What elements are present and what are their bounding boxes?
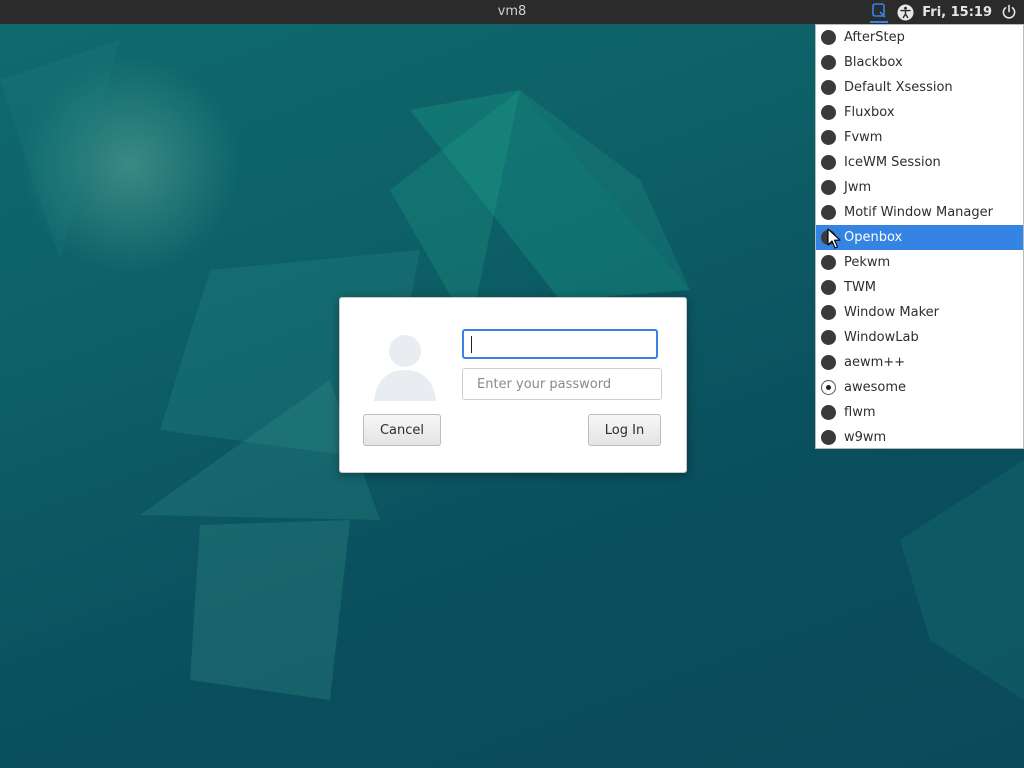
radio-icon bbox=[821, 355, 836, 370]
user-avatar-icon bbox=[372, 330, 438, 402]
radio-icon bbox=[821, 405, 836, 420]
session-item-openbox[interactable]: Openbox bbox=[816, 225, 1023, 250]
session-item-aewm[interactable]: aewm++ bbox=[816, 350, 1023, 375]
text-caret bbox=[471, 336, 472, 353]
login-button[interactable]: Log In bbox=[588, 414, 661, 446]
radio-icon bbox=[821, 280, 836, 295]
session-item-blackbox[interactable]: Blackbox bbox=[816, 50, 1023, 75]
session-item-afterstep[interactable]: AfterStep bbox=[816, 25, 1023, 50]
password-input[interactable] bbox=[462, 368, 662, 400]
session-item-jwm[interactable]: Jwm bbox=[816, 175, 1023, 200]
radio-icon bbox=[821, 180, 836, 195]
radio-icon bbox=[821, 205, 836, 220]
radio-icon bbox=[821, 255, 836, 270]
session-item-default-xsession[interactable]: Default Xsession bbox=[816, 75, 1023, 100]
accessibility-icon[interactable] bbox=[896, 3, 914, 21]
clock[interactable]: Fri, 15:19 bbox=[922, 5, 992, 20]
session-item-windowlab[interactable]: WindowLab bbox=[816, 325, 1023, 350]
session-menu: AfterStep Blackbox Default Xsession Flux… bbox=[815, 24, 1024, 449]
session-item-twm[interactable]: TWM bbox=[816, 275, 1023, 300]
radio-icon bbox=[821, 305, 836, 320]
power-icon[interactable] bbox=[1000, 3, 1018, 21]
mouse-pointer-icon bbox=[827, 228, 841, 249]
session-item-pekwm[interactable]: Pekwm bbox=[816, 250, 1023, 275]
session-item-window-maker[interactable]: Window Maker bbox=[816, 300, 1023, 325]
radio-icon bbox=[821, 330, 836, 345]
session-selector-icon[interactable] bbox=[870, 1, 889, 23]
login-dialog: Cancel Log In bbox=[339, 297, 687, 473]
session-item-fluxbox[interactable]: Fluxbox bbox=[816, 100, 1023, 125]
session-item-awesome[interactable]: awesome bbox=[816, 375, 1023, 400]
top-panel: vm8 Fri, 15:19 bbox=[0, 0, 1024, 24]
radio-icon bbox=[821, 80, 836, 95]
cancel-button[interactable]: Cancel bbox=[363, 414, 441, 446]
session-item-motif-window-manager[interactable]: Motif Window Manager bbox=[816, 200, 1023, 225]
radio-icon bbox=[821, 105, 836, 120]
session-item-flwm[interactable]: flwm bbox=[816, 400, 1023, 425]
radio-icon bbox=[821, 55, 836, 70]
session-item-icewm-session[interactable]: IceWM Session bbox=[816, 150, 1023, 175]
session-item-w9wm[interactable]: w9wm bbox=[816, 425, 1023, 450]
username-input[interactable] bbox=[462, 329, 658, 359]
radio-icon bbox=[821, 130, 836, 145]
radio-icon bbox=[821, 430, 836, 445]
radio-icon bbox=[821, 155, 836, 170]
radio-icon bbox=[821, 30, 836, 45]
system-tray: Fri, 15:19 bbox=[870, 0, 1018, 24]
radio-checked-icon bbox=[821, 380, 836, 395]
session-item-fvwm[interactable]: Fvwm bbox=[816, 125, 1023, 150]
